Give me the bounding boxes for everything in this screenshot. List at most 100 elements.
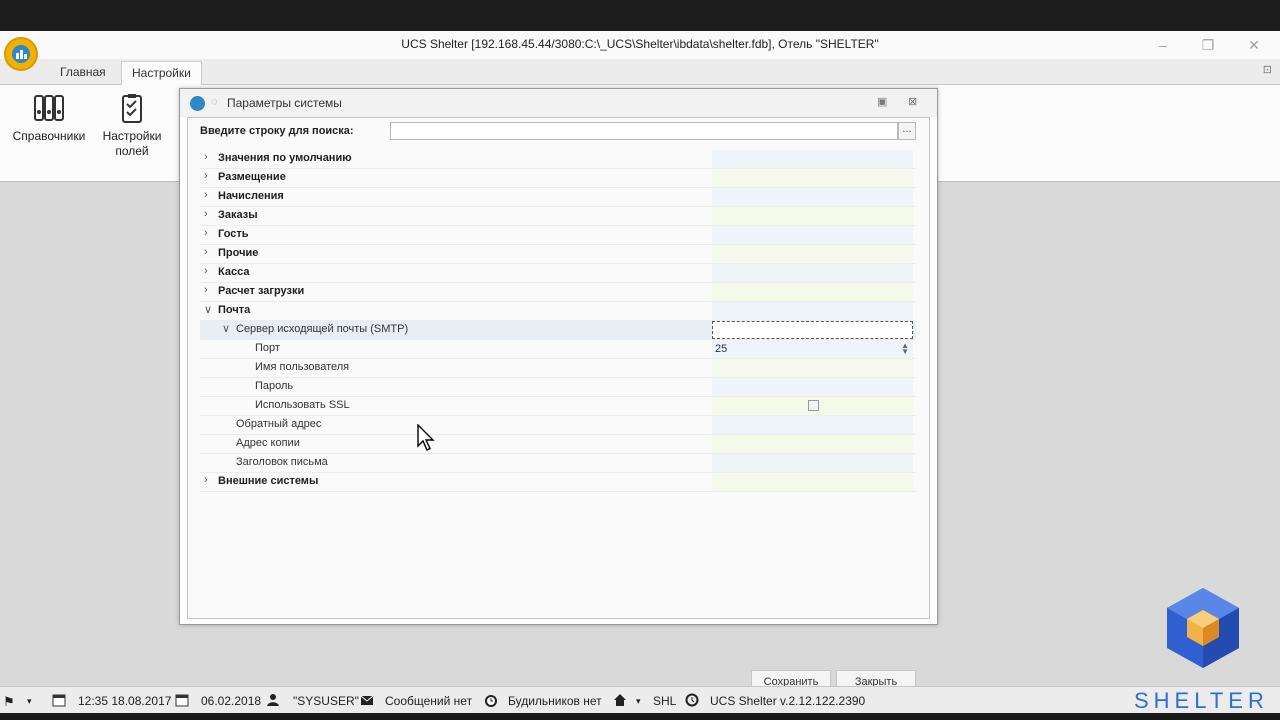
chevron-right-icon[interactable]: ›: [204, 208, 208, 220]
settings-row-name: Касса: [218, 266, 250, 278]
settings-row-value[interactable]: [712, 150, 913, 168]
chevron-right-icon[interactable]: ›: [204, 170, 208, 182]
settings-row-name: Расчет загрузки: [218, 285, 305, 297]
settings-row[interactable]: › Начисления: [200, 188, 916, 207]
search-more-button[interactable]: ...: [898, 122, 916, 140]
restore-icon[interactable]: ❐: [1197, 35, 1219, 55]
refresh-icon: [685, 693, 699, 707]
settings-row[interactable]: Заголовок письма: [200, 454, 916, 473]
settings-row[interactable]: Обратный адрес: [200, 416, 916, 435]
settings-row[interactable]: › Размещение: [200, 169, 916, 188]
settings-row[interactable]: › Гость: [200, 226, 916, 245]
ribbon-collapse-icon[interactable]: ⊡: [1263, 63, 1272, 76]
settings-row-name: Адрес копии: [236, 437, 300, 449]
home-icon: [614, 694, 626, 706]
envelope-icon: [360, 695, 374, 705]
settings-row[interactable]: Адрес копии: [200, 435, 916, 454]
settings-row-value[interactable]: [712, 169, 913, 187]
chevron-right-icon[interactable]: ›: [204, 227, 208, 239]
use-ssl-checkbox[interactable]: [808, 400, 819, 411]
dialog-title: Параметры системы: [227, 96, 342, 110]
settings-row-value[interactable]: [712, 359, 913, 377]
settings-row-name: Заказы: [218, 209, 258, 221]
settings-row[interactable]: Имя пользователя: [200, 359, 916, 378]
messages-status[interactable]: Сообщений нет: [385, 694, 472, 708]
settings-row[interactable]: › Заказы: [200, 207, 916, 226]
dictionaries-label: Справочники: [12, 129, 86, 143]
settings-row-value[interactable]: [712, 473, 913, 491]
system-settings-dialog: ◌ Параметры системы ▣ ⊠ Введите строку д…: [179, 88, 938, 692]
dialog-app-icon: [190, 96, 205, 111]
field-settings-button[interactable]: Настройки полей: [96, 93, 168, 159]
dialog-close-icon[interactable]: ⊠: [908, 95, 917, 108]
minimize-icon[interactable]: –: [1152, 35, 1174, 55]
screen-bottom-black-bar: [0, 713, 1280, 720]
settings-row-value[interactable]: [712, 378, 913, 396]
hotel-code: SHL: [653, 694, 677, 708]
settings-row-value[interactable]: [712, 435, 913, 453]
settings-row-name: Значения по умолчанию: [218, 152, 352, 164]
field-settings-label: Настройки полей: [102, 129, 162, 158]
settings-row[interactable]: › Прочие: [200, 245, 916, 264]
alarm-clock-icon: [485, 695, 497, 707]
settings-row[interactable]: Использовать SSL: [200, 397, 916, 416]
dialog-body: Введите строку для поиска: ... › Значения…: [187, 117, 930, 692]
settings-row[interactable]: Порт 25 ▲ ▼: [200, 340, 916, 359]
dialog-title-bar: ◌ Параметры системы ▣ ⊠: [180, 89, 937, 117]
flag-dropdown-icon[interactable]: ▾: [27, 696, 32, 707]
chevron-right-icon[interactable]: ›: [204, 474, 208, 486]
settings-row-value[interactable]: [712, 302, 913, 320]
settings-row-value[interactable]: [712, 416, 913, 434]
settings-row-name: Начисления: [218, 190, 284, 202]
settings-row[interactable]: › Касса: [200, 264, 916, 283]
chevron-right-icon[interactable]: ›: [204, 284, 208, 296]
settings-row-value[interactable]: 25 ▲ ▼: [712, 340, 913, 358]
settings-row-value[interactable]: [712, 283, 913, 301]
settings-row-name: Пароль: [255, 380, 294, 392]
dialog-maximize-icon[interactable]: ▣: [877, 95, 887, 108]
settings-row-value[interactable]: [712, 207, 913, 225]
hotel-dropdown-icon[interactable]: ▾: [636, 696, 641, 707]
tab-main[interactable]: Главная: [50, 61, 116, 84]
shelter-brand-text: SHELTER: [1134, 688, 1269, 713]
flag-icon[interactable]: ⚑: [3, 694, 15, 710]
status-bar: ⚑ ▾ 12:35 18.08.2017 06.02.2018 "SYSUSER…: [0, 686, 1280, 714]
settings-row-value[interactable]: [712, 188, 913, 206]
chevron-right-icon[interactable]: ›: [204, 151, 208, 163]
chevron-right-icon[interactable]: ›: [204, 189, 208, 201]
shelter-cube-logo-icon: [1167, 588, 1239, 668]
settings-row[interactable]: ∨ Почта: [200, 302, 916, 321]
settings-row[interactable]: Пароль: [200, 378, 916, 397]
settings-row[interactable]: ∨ Сервер исходящей почты (SMTP): [200, 321, 916, 340]
work-date-calendar-icon: [175, 694, 189, 707]
port-spin-icon[interactable]: ▲ ▼: [901, 342, 909, 356]
chevron-down-icon[interactable]: ∨: [204, 303, 212, 316]
settings-row-value[interactable]: [712, 264, 913, 282]
settings-row-name: Размещение: [218, 171, 286, 183]
dictionaries-button[interactable]: Справочники: [8, 93, 90, 144]
app-logo-icon[interactable]: [4, 37, 38, 71]
current-user: "SYSUSER": [293, 694, 359, 708]
user-icon: [267, 694, 279, 706]
calendar-icon: [52, 694, 66, 707]
settings-row-name: Прочие: [218, 247, 259, 259]
tab-settings[interactable]: Настройки: [121, 61, 202, 85]
alarms-status[interactable]: Будильников нет: [508, 694, 602, 708]
settings-row-value[interactable]: [712, 245, 913, 263]
search-label: Введите строку для поиска:: [200, 125, 354, 137]
settings-row[interactable]: › Расчет загрузки: [200, 283, 916, 302]
settings-row[interactable]: › Значения по умолчанию: [200, 150, 916, 169]
clipboard-check-icon: [115, 93, 149, 123]
settings-row-value[interactable]: [712, 454, 913, 472]
settings-row-value[interactable]: [712, 226, 913, 244]
chevron-right-icon[interactable]: ›: [204, 265, 208, 277]
dialog-menu-icon[interactable]: ◌: [211, 96, 218, 108]
settings-row-value[interactable]: [712, 397, 913, 415]
chevron-down-icon[interactable]: ∨: [222, 322, 230, 335]
chevron-right-icon[interactable]: ›: [204, 246, 208, 258]
close-icon[interactable]: ✕: [1243, 35, 1265, 55]
settings-row-value-text: 25: [715, 343, 728, 355]
search-input[interactable]: [390, 122, 898, 140]
settings-row-value[interactable]: [712, 321, 913, 339]
settings-row[interactable]: › Внешние системы: [200, 473, 916, 492]
